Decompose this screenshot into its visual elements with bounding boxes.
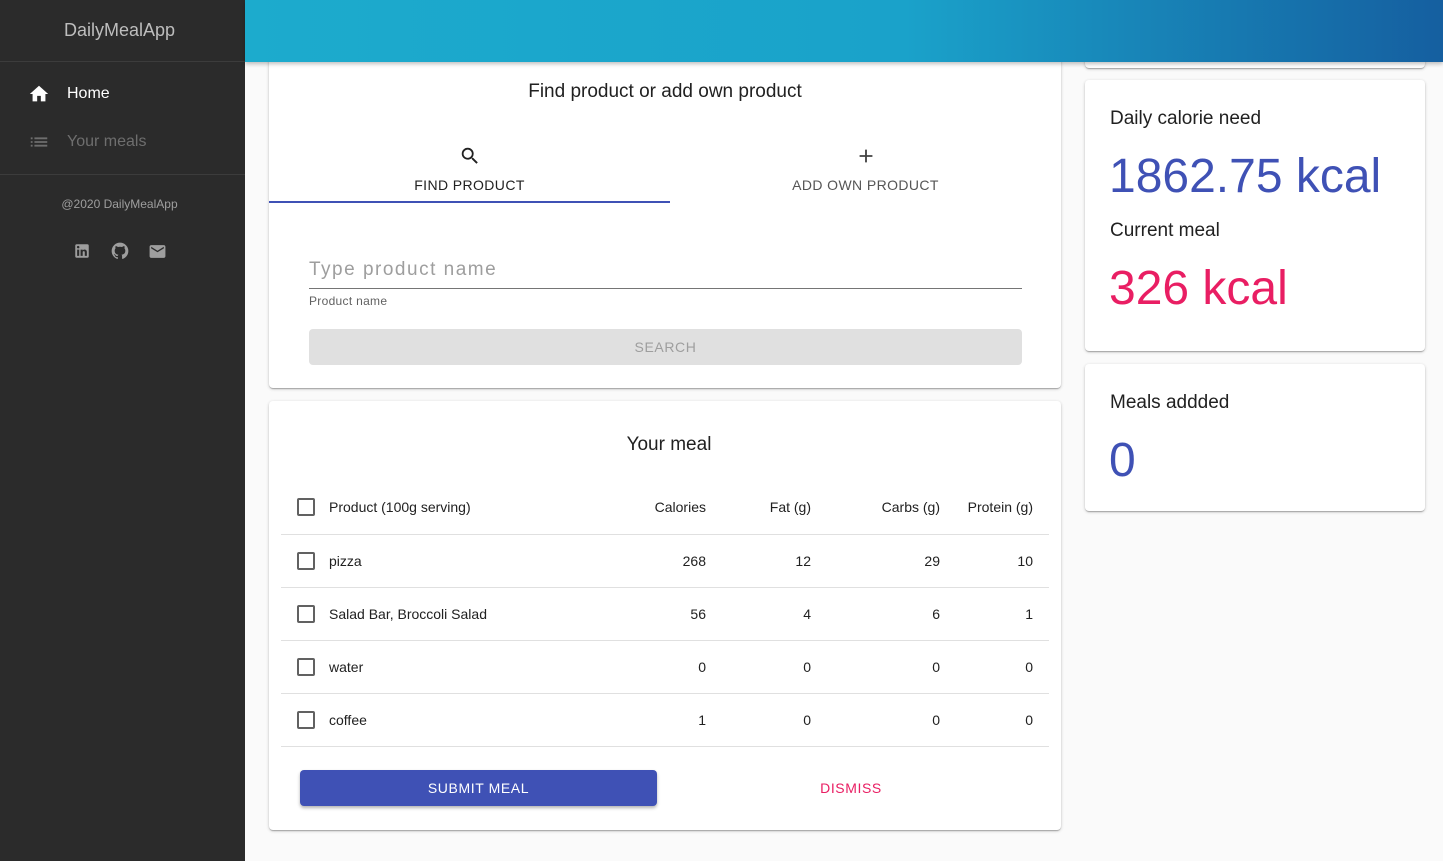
fat-cell: 0 bbox=[706, 693, 811, 747]
daily-calorie-need-label: Daily calorie need bbox=[1110, 108, 1262, 129]
plus-icon bbox=[855, 143, 877, 169]
home-icon bbox=[28, 83, 50, 105]
tab-label: FIND PRODUCT bbox=[414, 177, 525, 193]
fat-cell: 0 bbox=[706, 640, 811, 694]
fat-cell: 4 bbox=[706, 587, 811, 641]
mail-icon[interactable] bbox=[148, 241, 168, 261]
linkedin-icon[interactable] bbox=[72, 241, 92, 261]
fat-cell: 12 bbox=[706, 534, 811, 588]
row-checkbox[interactable] bbox=[297, 657, 315, 676]
app-bar bbox=[245, 0, 1443, 62]
row-select-cell bbox=[281, 587, 329, 641]
meal-table: Product (100g serving) Calories Fat (g) … bbox=[281, 481, 1049, 747]
social-links bbox=[0, 241, 245, 261]
column-header-fat[interactable]: Fat (g) bbox=[706, 481, 811, 535]
sidebar-nav: Home Your meals bbox=[0, 62, 245, 175]
row-select-cell bbox=[281, 693, 329, 747]
tab-find-product[interactable]: FIND PRODUCT bbox=[269, 143, 670, 203]
product-tabs: FIND PRODUCT ADD OWN PRODUCT bbox=[269, 143, 1061, 203]
select-all-checkbox[interactable] bbox=[297, 498, 315, 517]
product-name-cell: coffee bbox=[329, 693, 569, 747]
calories-cell: 56 bbox=[569, 587, 706, 641]
product-name-cell: Salad Bar, Broccoli Salad bbox=[329, 587, 569, 641]
product-name-cell: pizza bbox=[329, 534, 569, 588]
carbs-cell: 0 bbox=[811, 640, 940, 694]
row-checkbox[interactable] bbox=[297, 710, 315, 729]
column-header-carbs[interactable]: Carbs (g) bbox=[811, 481, 940, 535]
current-meal-label: Current meal bbox=[1110, 220, 1220, 241]
column-header-protein[interactable]: Protein (g) bbox=[940, 481, 1049, 535]
search-icon bbox=[459, 143, 481, 169]
daily-calorie-need-value: 1862.75 kcal bbox=[1109, 150, 1382, 203]
protein-cell: 0 bbox=[940, 640, 1049, 694]
calories-cell: 268 bbox=[569, 534, 706, 588]
github-icon[interactable] bbox=[110, 241, 130, 261]
find-product-card: Find product or add own product FIND PRO… bbox=[269, 55, 1061, 388]
table-header-row: Product (100g serving) Calories Fat (g) … bbox=[281, 481, 1049, 535]
carbs-cell: 29 bbox=[811, 534, 940, 588]
sidebar-item-home[interactable]: Home bbox=[0, 70, 245, 118]
carbs-cell: 6 bbox=[811, 587, 940, 641]
table-row[interactable]: coffee 1 0 0 0 bbox=[281, 693, 1049, 747]
meals-added-card: Meals addded 0 bbox=[1085, 364, 1425, 511]
sidebar-item-label: Home bbox=[67, 85, 110, 102]
meals-added-value: 0 bbox=[1109, 434, 1136, 487]
column-header-calories[interactable]: Calories bbox=[569, 481, 706, 535]
list-icon bbox=[28, 131, 50, 153]
calories-cell: 0 bbox=[569, 640, 706, 694]
row-checkbox[interactable] bbox=[297, 551, 315, 570]
tab-add-own-product[interactable]: ADD OWN PRODUCT bbox=[670, 143, 1061, 203]
calories-cell: 1 bbox=[569, 693, 706, 747]
app-brand[interactable]: DailyMealApp bbox=[0, 0, 245, 62]
protein-cell: 10 bbox=[940, 534, 1049, 588]
protein-cell: 0 bbox=[940, 693, 1049, 747]
row-checkbox[interactable] bbox=[297, 604, 315, 623]
submit-meal-button[interactable]: SUBMIT MEAL bbox=[300, 770, 657, 806]
table-row[interactable]: water 0 0 0 0 bbox=[281, 640, 1049, 694]
dismiss-button[interactable]: DISMISS bbox=[671, 770, 1031, 806]
carbs-cell: 0 bbox=[811, 693, 940, 747]
table-row[interactable]: pizza 268 12 29 10 bbox=[281, 534, 1049, 588]
select-all-cell bbox=[281, 481, 329, 535]
current-meal-value: 326 kcal bbox=[1109, 262, 1288, 315]
tab-label: ADD OWN PRODUCT bbox=[792, 177, 939, 193]
product-name-input[interactable] bbox=[309, 255, 1022, 289]
column-header-product[interactable]: Product (100g serving) bbox=[329, 481, 569, 535]
your-meal-title: Your meal bbox=[626, 434, 712, 455]
sidebar: DailyMealApp Home Your meals @2020 Daily… bbox=[0, 0, 245, 861]
search-button[interactable]: SEARCH bbox=[309, 329, 1022, 365]
product-name-helper: Product name bbox=[309, 294, 388, 308]
find-product-title: Find product or add own product bbox=[528, 81, 802, 102]
table-row[interactable]: Salad Bar, Broccoli Salad 56 4 6 1 bbox=[281, 587, 1049, 641]
sidebar-item-your-meals[interactable]: Your meals bbox=[0, 118, 245, 166]
product-name-cell: water bbox=[329, 640, 569, 694]
row-select-cell bbox=[281, 534, 329, 588]
your-meal-card: Your meal Product (100g serving) Calorie… bbox=[269, 401, 1061, 830]
row-select-cell bbox=[281, 640, 329, 694]
meals-added-label: Meals addded bbox=[1110, 392, 1230, 413]
protein-cell: 1 bbox=[940, 587, 1049, 641]
sidebar-item-label: Your meals bbox=[67, 133, 147, 150]
copyright-text: @2020 DailyMealApp bbox=[61, 197, 178, 211]
calorie-stats-card: Daily calorie need 1862.75 kcal Current … bbox=[1085, 80, 1425, 351]
